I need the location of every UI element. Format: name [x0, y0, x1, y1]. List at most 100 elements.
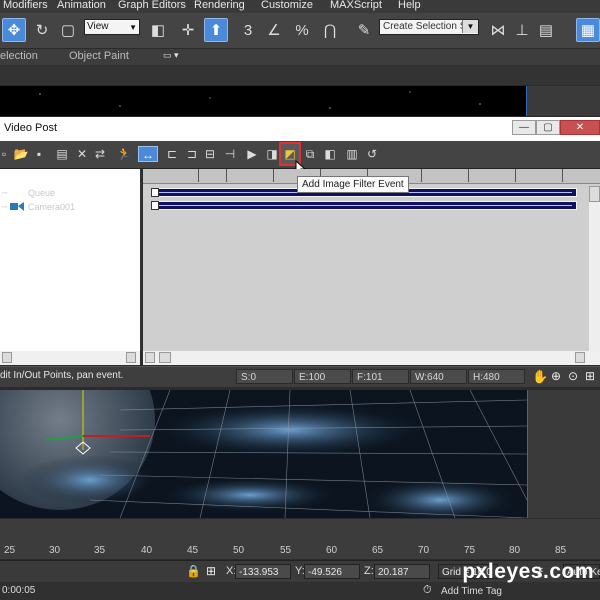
add-time-tag-button[interactable]: Add Time Tag	[441, 586, 502, 597]
camera-range-bar[interactable]	[151, 201, 577, 210]
scroll-thumb[interactable]	[126, 352, 136, 363]
time-tick: 65	[372, 545, 384, 556]
menu-animation[interactable]: Animation	[57, 0, 106, 11]
time-tick: 80	[509, 545, 521, 556]
absolute-mode-icon[interactable]: ⊞	[206, 564, 216, 578]
use-pivot-icon[interactable]: ◧	[146, 18, 170, 42]
save-sequence-icon[interactable]: ▪	[31, 146, 47, 162]
menu-customize[interactable]: Customize	[261, 0, 313, 11]
menu-rendering[interactable]: Rendering	[194, 0, 245, 11]
add-image-input-event-icon[interactable]: ◨	[264, 146, 280, 162]
select-move-icon[interactable]: ✥	[2, 18, 26, 42]
add-loop-event-icon[interactable]: ↺	[364, 146, 380, 162]
ribbon: election Object Paint ▭ ▾	[0, 49, 600, 65]
minimize-icon[interactable]: —	[512, 120, 536, 135]
menu-modifiers[interactable]: Modifiers	[3, 0, 48, 11]
queue-panel: ┈ Queue ┈ Camera001	[0, 169, 142, 351]
time-tick: 35	[94, 545, 106, 556]
edit-named-selection-icon[interactable]: ✎	[352, 18, 376, 42]
scroll-left-icon[interactable]	[145, 352, 155, 363]
delete-event-icon[interactable]: ✕	[74, 146, 90, 162]
scale-icon[interactable]: ▢	[56, 18, 80, 42]
align-icon[interactable]: ⊥	[510, 18, 534, 42]
ribbon-tab-selection[interactable]: election	[0, 50, 38, 62]
ribbon-panel	[0, 65, 600, 85]
scroll-thumb[interactable]	[589, 186, 600, 202]
align-right-icon[interactable]: ⊐	[184, 146, 200, 162]
command-panel-edge	[526, 86, 600, 116]
range-start-handle[interactable]	[151, 201, 159, 210]
menu-maxscript[interactable]: MAXScript	[330, 0, 382, 11]
vertical-scrollbar[interactable]	[589, 186, 600, 351]
scene-render	[0, 390, 527, 518]
prompt-line: 0:00:05 ⏱ Add Time Tag	[0, 582, 600, 600]
x-coordinate-field[interactable]: -133.953	[235, 564, 291, 579]
ribbon-dropdown-icon[interactable]: ▭ ▾	[163, 50, 179, 61]
time-tick: 50	[233, 545, 245, 556]
zoom-time-icon[interactable]: ⊙	[568, 369, 578, 383]
edit-event-icon[interactable]: ▤	[54, 146, 70, 162]
height-field: H:480	[468, 369, 525, 384]
make-same-size-icon[interactable]: ⊟	[202, 146, 218, 162]
z-coordinate-field[interactable]: 20.187	[374, 564, 430, 579]
track-horizontal-scrollbar[interactable]	[143, 351, 600, 365]
time-tick: 30	[49, 545, 61, 556]
timeline[interactable]: 25 30 35 40 45 50 55 60 65 70 75 80 85	[0, 519, 600, 559]
y-coordinate-field[interactable]: -49.526	[304, 564, 360, 579]
z-label: Z:	[364, 565, 374, 577]
tree-branch-icon: ┈	[2, 202, 8, 212]
viewport-top[interactable]	[0, 86, 526, 116]
snap-3d-label: 3	[243, 21, 253, 39]
rotate-icon[interactable]: ↻	[30, 18, 54, 42]
time-tick: 25	[4, 545, 16, 556]
align-left-icon[interactable]: ⊏	[164, 146, 180, 162]
video-post-titlebar[interactable]: Video Post — ▢ ✕	[0, 117, 600, 141]
menu-bar: Modifiers Animation Graph Editors Render…	[0, 0, 600, 13]
lock-icon[interactable]: 🔒	[186, 564, 201, 578]
queue-item-camera001[interactable]: Camera001	[28, 202, 75, 212]
scroll-right-icon[interactable]	[575, 352, 585, 363]
execute-sequence-icon[interactable]: 🏃	[116, 146, 132, 162]
scroll-thumb[interactable]	[2, 352, 12, 363]
close-icon[interactable]: ✕	[560, 120, 600, 135]
reference-coordinate-select[interactable]: View	[84, 19, 140, 35]
percent-snap-icon[interactable]: %	[290, 18, 314, 42]
chevron-down-icon[interactable]: ▼	[462, 20, 478, 33]
spinner-snap-icon[interactable]: ⋂	[318, 18, 342, 42]
add-scene-event-icon[interactable]: ▶	[244, 146, 260, 162]
manipulate-icon[interactable]: ⬆	[204, 18, 228, 42]
mirror-icon[interactable]: ⋈	[486, 18, 510, 42]
percent-snap-label: %	[295, 21, 309, 39]
zoom-extents-icon[interactable]: ⊕	[551, 369, 561, 383]
abut-selected-icon[interactable]: ⊣	[222, 146, 238, 162]
graphite-tools-icon[interactable]: ▦	[576, 18, 600, 42]
swap-events-icon[interactable]: ⇄	[92, 146, 108, 162]
open-sequence-icon[interactable]: 📂	[13, 146, 29, 162]
zoom-region-icon[interactable]: ⊞	[585, 369, 595, 383]
new-sequence-icon[interactable]: ▫	[0, 146, 12, 162]
menu-graph-editors[interactable]: Graph Editors	[118, 0, 186, 11]
perspective-viewport[interactable]	[0, 390, 527, 518]
pan-hand-icon[interactable]: ✋	[532, 369, 548, 385]
queue-horizontal-scrollbar[interactable]	[0, 351, 140, 365]
layer-manager-icon[interactable]: ▤	[534, 18, 558, 42]
watermark: pxleyes.com	[462, 560, 594, 583]
start-frame-field: S:0	[236, 369, 293, 384]
menu-help[interactable]: Help	[398, 0, 421, 11]
star-field	[39, 91, 481, 109]
snap-3d-icon[interactable]: 3	[236, 18, 260, 42]
maximize-icon[interactable]: ▢	[536, 120, 560, 135]
edit-range-bar-icon[interactable]: ↔	[138, 146, 158, 162]
time-tag-icon: ⏱	[423, 584, 432, 596]
move-pivot-icon[interactable]: ✛	[176, 18, 200, 42]
ribbon-tab-object-paint[interactable]: Object Paint	[69, 50, 129, 62]
scroll-thumb[interactable]	[159, 352, 171, 363]
main-toolbar: ✥ ↻ ▢ View ◧ ✛ ⬆ 3 ∠ % ⋂ ✎ Create Select…	[0, 13, 600, 49]
add-external-event-icon[interactable]: ▥	[344, 146, 360, 162]
angle-snap-icon[interactable]: ∠	[262, 18, 286, 42]
range-start-handle[interactable]	[151, 188, 159, 197]
add-image-output-event-icon[interactable]: ◧	[322, 146, 338, 162]
command-panel-edge	[527, 390, 600, 518]
queue-root[interactable]: Queue	[28, 188, 55, 198]
video-post-statusbar: dit In/Out Points, pan event. S:0 E:100 …	[0, 366, 600, 387]
